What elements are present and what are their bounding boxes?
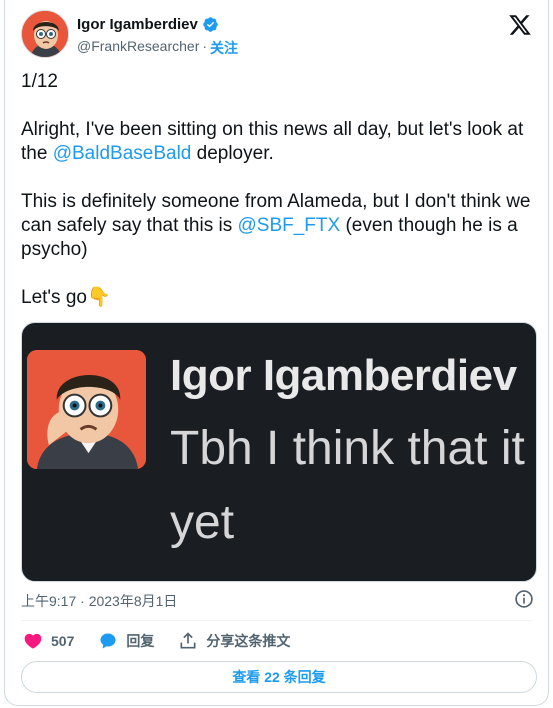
author-avatar[interactable] [21,10,69,58]
tweet-media-image[interactable]: Igor Igamberdiev Tbh I think that it yet [21,322,537,582]
media-avatar-illustration [27,350,146,469]
share-button[interactable]: 分享这条推文 [178,631,290,651]
p3-text: Let's go [21,287,87,308]
media-author-name: Igor Igamberdiev [170,351,517,400]
media-message-line-1: Tbh I think that it [170,422,525,475]
media-avatar [27,350,146,469]
like-count: 507 [51,633,75,649]
author-handle[interactable]: @FrankResearcher [77,38,199,58]
heart-icon [24,633,42,649]
divider [21,620,532,621]
like-button[interactable]: 507 [23,631,74,651]
author-name[interactable]: Igor Igamberdiev [77,16,198,33]
reply-label: 回复 [126,633,155,649]
tweet-timestamp[interactable]: 上午9:17 · 2023年8月1日 [21,591,177,611]
tweet-paragraph-3: Let's go👇 [21,286,541,310]
media-message-line-2: yet [170,496,235,549]
tweet-paragraph-1: Alright, I've been sitting on this news … [21,118,541,166]
verified-badge-icon [202,16,219,33]
x-logo-icon[interactable] [508,13,532,37]
tweet-paragraph-2: This is definitely someone from Alameda,… [21,190,541,262]
avatar-illustration [22,11,68,57]
p1-text-b: deployer. [191,143,274,164]
handle-separator: · [202,38,208,54]
reply-bubble-icon [100,633,116,649]
mention-baldbasebald[interactable]: @BaldBaseBald [53,143,192,164]
action-bar: 507 回复 分享这条推文 [23,630,314,652]
follow-link[interactable]: 关注 [210,38,238,58]
author-name-row: Igor Igamberdiev [77,16,219,33]
view-replies-button[interactable]: 查看 22 条回复 [21,661,537,693]
reply-button[interactable]: 回复 [98,631,154,651]
tweet-counter: 1/12 [21,71,58,92]
share-label: 分享这条推文 [206,633,291,649]
handle-row: @FrankResearcher · 关注 [77,38,238,58]
pointing-down-emoji: 👇 [86,287,111,308]
mention-sbf-ftx[interactable]: @SBF_FTX [238,215,341,236]
tweet-card: Igor Igamberdiev @FrankResearcher · 关注 1… [4,0,549,706]
info-icon[interactable] [514,589,534,609]
tweet-body: 1/12 Alright, I've been sitting on this n… [21,70,541,310]
share-upload-icon [180,632,196,649]
tweet-header: Igor Igamberdiev @FrankResearcher · 关注 [21,10,534,60]
